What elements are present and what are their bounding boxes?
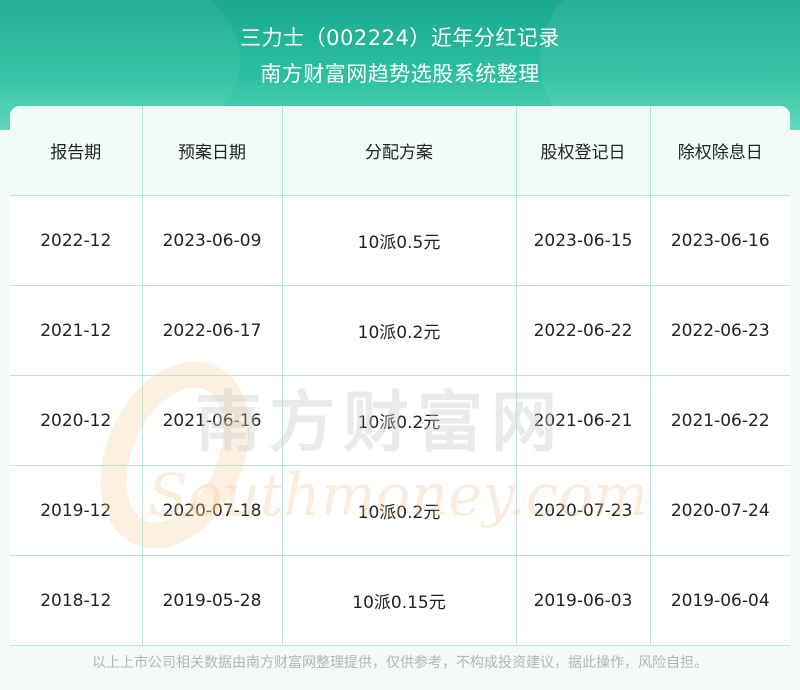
page-subtitle: 南方财富网趋势选股系统整理 (260, 62, 540, 86)
cell-ex-dividend-date: 2021-06-22 (649, 375, 790, 466)
cell-report-period: 2020-12 (10, 375, 143, 466)
table-row: 2019-12 2020-07-18 10派0.2元 2020-07-23 20… (10, 465, 790, 556)
cell-distribution-plan: 10派0.2元 (281, 375, 517, 466)
table-row: 2018-12 2019-05-28 10派0.15元 2019-06-03 2… (10, 555, 790, 646)
dividend-table-card: 报告期 预案日期 分配方案 股权登记日 除权除息日 2022-12 2023-0… (10, 106, 790, 646)
cell-ex-dividend-date: 2022-06-23 (649, 285, 790, 376)
cell-report-period: 2018-12 (10, 555, 143, 646)
column-header-plan-date: 预案日期 (141, 106, 283, 196)
table-row: 2020-12 2021-06-16 10派0.2元 2021-06-21 20… (10, 375, 790, 466)
footer-disclaimer: 以上上市公司相关数据由南方财富网整理提供，仅供参考，不构成投资建议，据此操作，风… (92, 655, 708, 671)
column-header-record-date: 股权登记日 (515, 106, 651, 196)
column-header-ex-dividend-date: 除权除息日 (649, 106, 790, 196)
cell-report-period: 2022-12 (10, 195, 143, 286)
cell-record-date: 2023-06-15 (515, 195, 651, 286)
cell-plan-date: 2021-06-16 (141, 375, 283, 466)
cell-record-date: 2019-06-03 (515, 555, 651, 646)
cell-record-date: 2022-06-22 (515, 285, 651, 376)
table-row: 2022-12 2023-06-09 10派0.5元 2023-06-15 20… (10, 195, 790, 286)
cell-report-period: 2021-12 (10, 285, 143, 376)
cell-plan-date: 2020-07-18 (141, 465, 283, 556)
cell-plan-date: 2019-05-28 (141, 555, 283, 646)
cell-ex-dividend-date: 2023-06-16 (649, 195, 790, 286)
table-row: 2021-12 2022-06-17 10派0.2元 2022-06-22 20… (10, 285, 790, 376)
column-header-distribution-plan: 分配方案 (281, 106, 517, 196)
dividend-table: 报告期 预案日期 分配方案 股权登记日 除权除息日 2022-12 2023-0… (10, 106, 790, 646)
cell-record-date: 2021-06-21 (515, 375, 651, 466)
table-header-row: 报告期 预案日期 分配方案 股权登记日 除权除息日 (10, 106, 790, 196)
cell-plan-date: 2022-06-17 (141, 285, 283, 376)
cell-distribution-plan: 10派0.2元 (281, 285, 517, 376)
cell-record-date: 2020-07-23 (515, 465, 651, 556)
cell-distribution-plan: 10派0.2元 (281, 465, 517, 556)
column-header-report-period: 报告期 (10, 106, 143, 196)
cell-ex-dividend-date: 2019-06-04 (649, 555, 790, 646)
cell-plan-date: 2023-06-09 (141, 195, 283, 286)
page-title: 三力士（002224）近年分红记录 (240, 26, 560, 50)
cell-report-period: 2019-12 (10, 465, 143, 556)
cell-distribution-plan: 10派0.15元 (281, 555, 517, 646)
cell-distribution-plan: 10派0.5元 (281, 195, 517, 286)
cell-ex-dividend-date: 2020-07-24 (649, 465, 790, 556)
